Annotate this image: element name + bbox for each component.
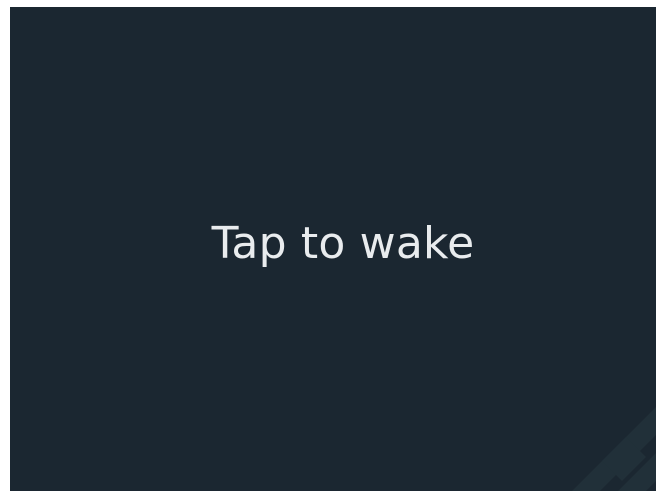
lock-screen[interactable]: Tap to wake: [10, 7, 656, 491]
watermark-pattern-icon: [572, 407, 656, 491]
device-frame: Tap to wake: [0, 0, 656, 494]
tap-to-wake-label: Tap to wake: [211, 218, 475, 269]
